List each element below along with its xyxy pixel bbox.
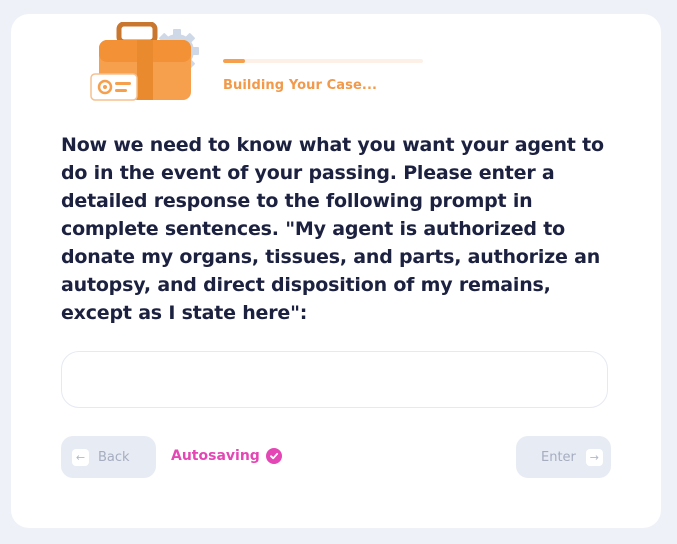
back-button[interactable]: ← Back [61,436,156,478]
arrow-left-icon: ← [72,448,89,466]
arrow-right-icon: → [585,448,603,466]
briefcase-gear-icon [90,22,199,101]
response-input[interactable] [61,351,608,408]
autosave-indicator: Autosaving [171,448,282,464]
status-text: Building Your Case... [223,78,378,93]
autosave-label: Autosaving [171,448,260,464]
check-circle-icon [265,448,282,464]
progress-bar [223,59,423,63]
back-button-label: Back [98,449,130,465]
enter-button-label: Enter [541,449,576,465]
question-prompt: Now we need to know what you want your a… [61,134,604,324]
form-card: Building Your Case... Now we need to kno… [11,14,661,528]
enter-button[interactable]: Enter → [516,436,611,478]
progress-bar-fill [223,59,245,63]
